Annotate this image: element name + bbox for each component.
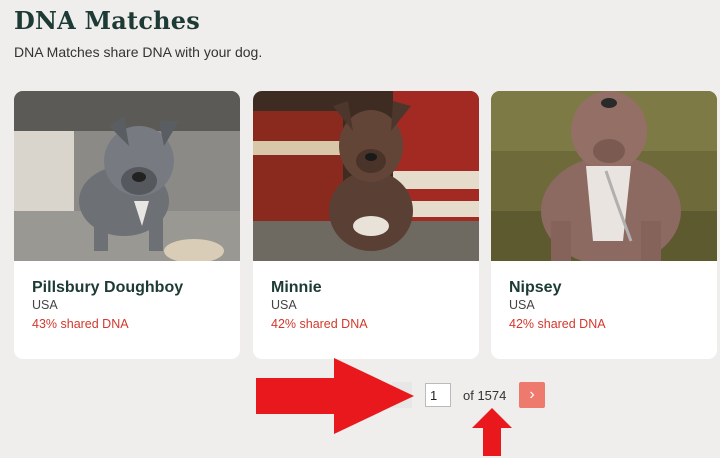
total-pages-label: of 1574 [463, 388, 507, 403]
page-subtitle: DNA Matches share DNA with your dog. [14, 44, 263, 60]
dog-name[interactable]: Minnie [271, 279, 322, 297]
dog-photo-3[interactable] [491, 91, 717, 261]
red-arrow-up-icon [472, 408, 512, 456]
shared-dna: 42% shared DNA [271, 317, 368, 331]
match-card-1[interactable]: Pillsbury Doughboy USA 43% shared DNA [14, 91, 240, 359]
chevron-right-icon: › [529, 386, 535, 403]
dog-name[interactable]: Nipsey [509, 279, 561, 297]
dog-photo-1[interactable] [14, 91, 240, 261]
dog-photo-2[interactable] [253, 91, 479, 261]
match-card-3[interactable]: Nipsey USA 42% shared DNA [491, 91, 717, 359]
dog-location: USA [271, 298, 297, 312]
dog-name[interactable]: Pillsbury Doughboy [32, 279, 183, 297]
next-page-button[interactable]: › [519, 382, 545, 408]
dog-location: USA [509, 298, 535, 312]
red-arrow-icon [256, 358, 414, 434]
page-number-input[interactable] [425, 383, 451, 407]
shared-dna: 43% shared DNA [32, 317, 129, 331]
dog-location: USA [32, 298, 58, 312]
page-title: DNA Matches [14, 6, 200, 35]
match-card-2[interactable]: Minnie USA 42% shared DNA [253, 91, 479, 359]
shared-dna: 42% shared DNA [509, 317, 606, 331]
